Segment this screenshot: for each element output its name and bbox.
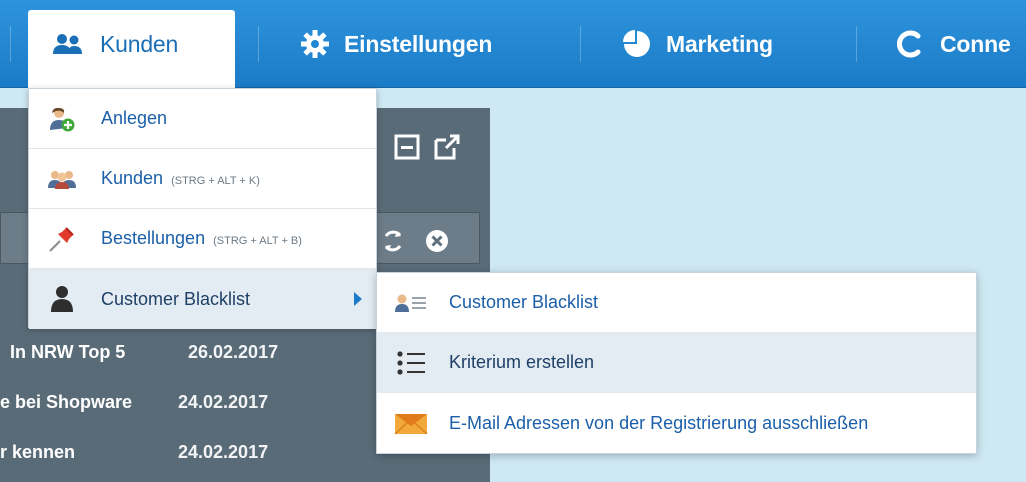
- news-row[interactable]: r kennen 24.02.2017: [0, 436, 268, 468]
- news-row[interactable]: e bei Shopware 24.02.2017: [0, 386, 268, 418]
- menu-item-label: Anlegen: [101, 108, 168, 128]
- nav-item-label: Kunden: [100, 30, 179, 57]
- submenu-item-label: E-Mail Adressen von der Registrierung au…: [449, 412, 869, 433]
- submenu-arrow-icon: [354, 292, 362, 306]
- nav-separator: [580, 26, 581, 62]
- menu-item-label: Bestellungen: [101, 228, 206, 248]
- menu-item-anlegen[interactable]: Anlegen: [29, 89, 376, 149]
- menu-item-label: Customer Blacklist: [101, 288, 251, 309]
- menu-item-shortcut: (STRG + ALT + B): [213, 234, 302, 247]
- news-title: In NRW Top 5: [10, 341, 126, 362]
- close-circle-icon[interactable]: [424, 228, 450, 259]
- gear-icon: [300, 29, 330, 59]
- submenu-item-customer-blacklist[interactable]: Customer Blacklist: [377, 273, 976, 333]
- menu-item-kunden[interactable]: Kunden (STRG + ALT + K): [29, 149, 376, 209]
- news-title: e bei Shopware: [0, 391, 133, 412]
- customers-icon: [47, 168, 77, 190]
- news-title: r kennen: [0, 441, 76, 462]
- news-date: 24.02.2017: [178, 391, 269, 412]
- main-navigation: Kunden Einstellungen Marketing Conne: [0, 0, 1026, 90]
- nav-item-label: Marketing: [666, 30, 773, 57]
- popout-icon[interactable]: [432, 132, 462, 167]
- refresh-icon[interactable]: [380, 228, 406, 259]
- nav-item-connect[interactable]: Conne: [896, 0, 1011, 88]
- nav-separator: [856, 26, 857, 62]
- users-icon: [52, 32, 86, 56]
- news-row[interactable]: In NRW Top 5 26.02.2017: [10, 336, 278, 368]
- menu-item-label: Kunden: [101, 168, 164, 188]
- customer-blacklist-submenu: Customer Blacklist Kriterium erstellen E…: [376, 272, 977, 454]
- add-user-icon: [47, 106, 77, 132]
- person-icon: [47, 285, 77, 313]
- minimize-icon[interactable]: [394, 134, 420, 165]
- nav-item-kunden[interactable]: Kunden: [52, 0, 178, 88]
- kunden-dropdown-menu: Anlegen Kunden (STRG + ALT + K) Bestellu…: [28, 88, 377, 329]
- submenu-item-label: Kriterium erstellen: [449, 352, 595, 372]
- nav-item-einstellungen[interactable]: Einstellungen: [300, 0, 492, 88]
- user-list-icon: [393, 293, 429, 313]
- submenu-item-email-ausschliessen[interactable]: E-Mail Adressen von der Registrierung au…: [377, 393, 976, 453]
- menu-item-shortcut: (STRG + ALT + K): [171, 174, 260, 187]
- menu-item-customer-blacklist[interactable]: Customer Blacklist: [29, 269, 376, 329]
- nav-item-marketing[interactable]: Marketing: [622, 0, 773, 88]
- nav-separator: [258, 26, 259, 62]
- nav-item-label: Einstellungen: [344, 30, 493, 57]
- connect-icon: [896, 29, 926, 59]
- nav-item-label: Conne: [940, 30, 1011, 57]
- list-icon: [393, 350, 429, 376]
- news-date: 26.02.2017: [188, 341, 279, 362]
- envelope-icon: [393, 411, 429, 435]
- submenu-item-label: Customer Blacklist: [449, 292, 599, 312]
- menu-item-bestellungen[interactable]: Bestellungen (STRG + ALT + B): [29, 209, 376, 269]
- pie-chart-icon: [622, 29, 652, 59]
- pin-icon: [47, 225, 77, 253]
- submenu-item-kriterium-erstellen[interactable]: Kriterium erstellen: [377, 333, 976, 393]
- news-date: 24.02.2017: [178, 441, 269, 462]
- nav-separator: [10, 26, 11, 62]
